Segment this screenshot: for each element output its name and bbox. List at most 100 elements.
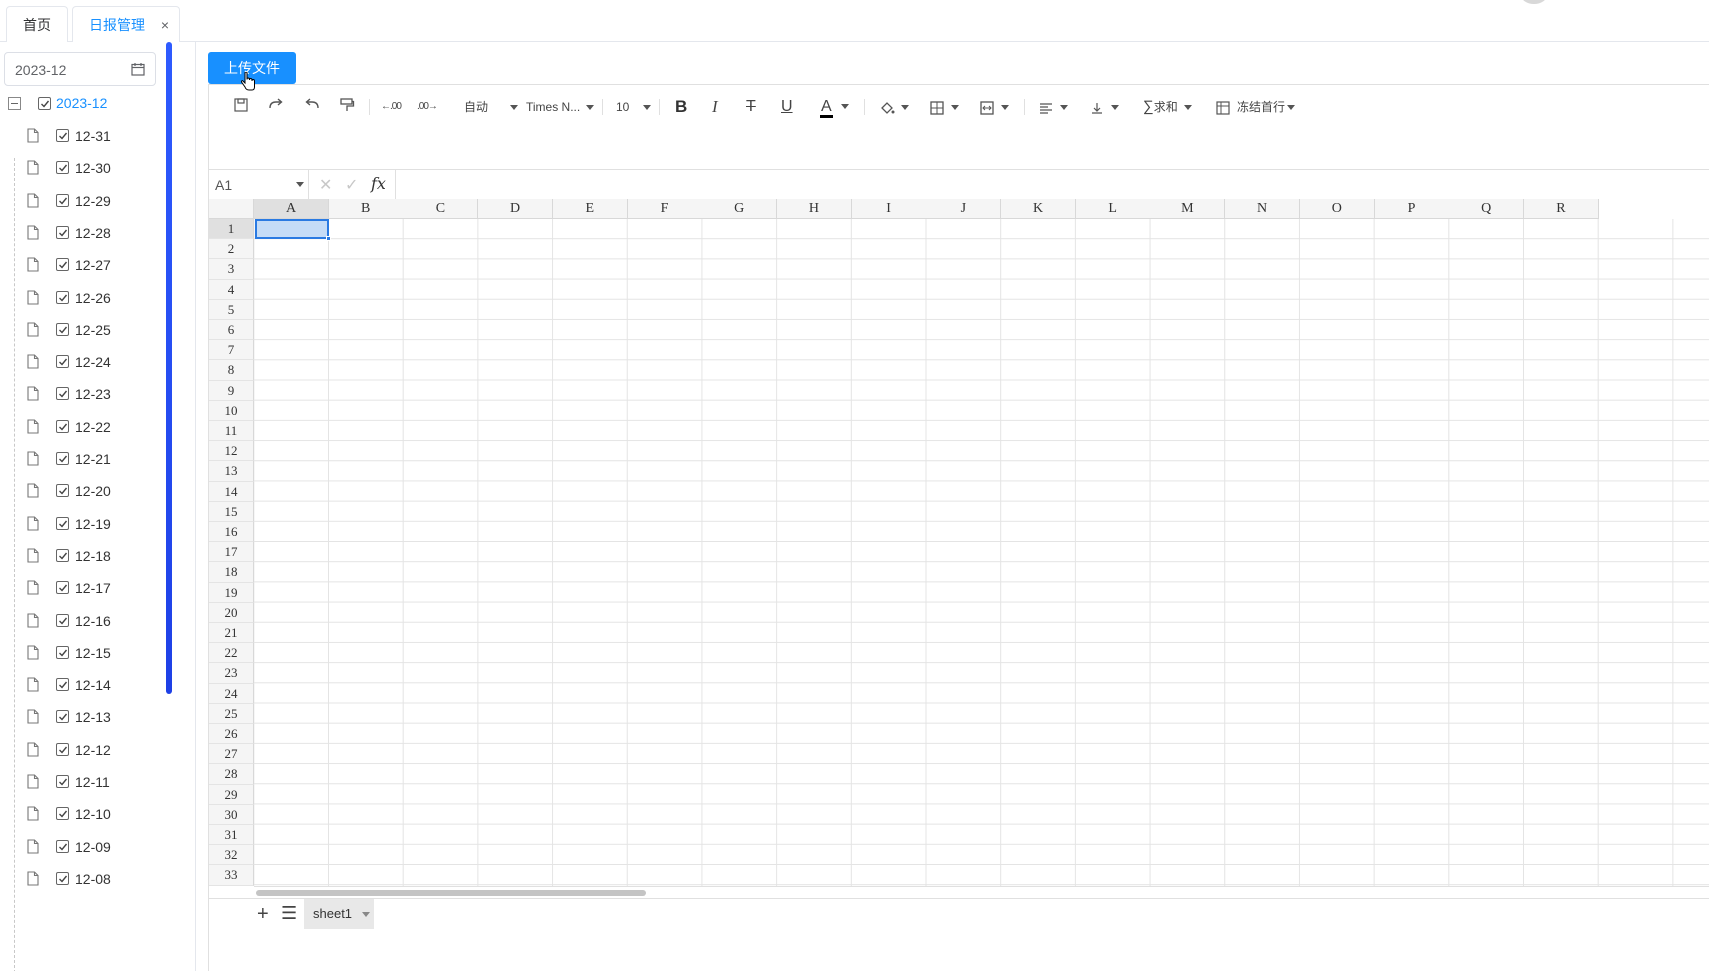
column-header[interactable]: G <box>702 199 778 219</box>
column-header[interactable]: B <box>328 199 404 219</box>
row-header[interactable]: 30 <box>209 804 254 825</box>
tree-item[interactable]: 12-08 <box>24 869 154 891</box>
column-header[interactable]: P <box>1374 199 1450 219</box>
checkbox-checked-icon[interactable] <box>38 97 51 110</box>
vertical-align-icon[interactable] <box>1089 97 1119 117</box>
checkbox-checked-icon[interactable] <box>56 129 69 142</box>
tree-item[interactable]: 12-13 <box>24 707 154 729</box>
row-header[interactable]: 21 <box>209 623 254 644</box>
underline-icon[interactable]: U <box>781 97 793 117</box>
save-icon[interactable] <box>233 97 249 117</box>
redo-icon[interactable] <box>267 97 285 117</box>
column-header[interactable]: L <box>1075 199 1151 219</box>
tree-item[interactable]: 12-28 <box>24 223 154 245</box>
font-size-dropdown[interactable]: 10 <box>616 97 652 117</box>
checkbox-checked-icon[interactable] <box>56 355 69 369</box>
tree-item[interactable]: 12-24 <box>24 352 154 374</box>
row-header[interactable]: 27 <box>209 744 254 765</box>
horizontal-align-icon[interactable] <box>1038 97 1068 117</box>
tree-root-node[interactable]: 2023-12 <box>8 94 158 114</box>
month-picker[interactable]: 2023-12 <box>4 52 156 86</box>
column-header[interactable]: F <box>627 199 703 219</box>
checkbox-checked-icon[interactable] <box>56 775 69 788</box>
checkbox-checked-icon[interactable] <box>56 871 69 885</box>
number-format-dropdown[interactable]: 自动 <box>464 97 519 117</box>
row-header[interactable]: 1 <box>209 219 254 240</box>
row-header[interactable]: 11 <box>209 421 254 442</box>
select-all-corner[interactable] <box>209 199 254 219</box>
checkbox-checked-icon[interactable] <box>56 290 69 304</box>
row-header[interactable]: 25 <box>209 703 254 724</box>
format-painter-icon[interactable] <box>339 97 355 117</box>
cell-grid[interactable]: ABCDEFGHIJKLMNOPQR 1 2 3 4 5 6 7 8 9 10 11 12 13 14 15… <box>209 199 1709 886</box>
row-header[interactable]: 32 <box>209 845 254 866</box>
column-header[interactable]: K <box>1001 199 1076 219</box>
column-header[interactable]: D <box>478 199 554 219</box>
column-header[interactable]: H <box>776 199 852 219</box>
checkbox-checked-icon[interactable] <box>56 387 69 401</box>
sheet-tab[interactable]: sheet1 <box>304 899 374 929</box>
checkbox-checked-icon[interactable] <box>56 613 69 627</box>
checkbox-checked-icon[interactable] <box>56 516 69 530</box>
tab-home[interactable]: 首页 <box>6 6 68 42</box>
tab-daily-report[interactable]: 日报管理 × <box>72 6 180 42</box>
row-header[interactable]: 23 <box>209 663 254 684</box>
row-header[interactable]: 13 <box>209 461 254 482</box>
tree-item[interactable]: 12-15 <box>24 643 154 665</box>
row-header[interactable]: 9 <box>209 380 254 401</box>
checkbox-checked-icon[interactable] <box>56 839 69 853</box>
checkbox-checked-icon[interactable] <box>56 710 69 724</box>
undo-icon[interactable] <box>303 97 321 117</box>
row-header[interactable]: 2 <box>209 239 254 260</box>
increase-decimal-icon[interactable]: .00→ <box>417 97 438 117</box>
column-header[interactable]: Q <box>1449 199 1525 219</box>
row-header[interactable]: 33 <box>209 865 254 886</box>
checkbox-checked-icon[interactable] <box>56 484 69 498</box>
column-header[interactable]: O <box>1299 199 1375 219</box>
freeze-dropdown[interactable]: 冻结首行 <box>1215 97 1296 117</box>
tree-item[interactable]: 12-22 <box>24 417 154 439</box>
row-header[interactable]: 7 <box>209 340 254 361</box>
checkbox-checked-icon[interactable] <box>56 807 69 821</box>
checkbox-checked-icon[interactable] <box>56 161 69 175</box>
sheet-tab-menu-icon[interactable] <box>362 912 370 917</box>
checkbox-checked-icon[interactable] <box>56 645 69 659</box>
row-header[interactable]: 4 <box>209 279 254 300</box>
collapse-icon[interactable] <box>8 97 21 110</box>
tree-item[interactable]: 12-09 <box>24 837 154 859</box>
column-header[interactable]: J <box>926 199 1002 219</box>
add-sheet-icon[interactable]: + <box>257 903 269 926</box>
sum-dropdown[interactable]: ∑求和 <box>1143 97 1192 117</box>
sheet-list-icon[interactable]: ☰ <box>281 903 297 924</box>
tree-item[interactable]: 12-16 <box>24 611 154 633</box>
row-header[interactable]: 16 <box>209 522 254 543</box>
column-header[interactable]: R <box>1523 199 1599 219</box>
row-header[interactable]: 10 <box>209 400 254 421</box>
column-header[interactable]: A <box>254 199 329 219</box>
tree-item[interactable]: 12-14 <box>24 675 154 697</box>
tree-item[interactable]: 12-29 <box>24 191 154 213</box>
tree-item[interactable]: 12-26 <box>24 288 154 310</box>
checkbox-checked-icon[interactable] <box>56 193 69 207</box>
tree-item[interactable]: 12-19 <box>24 514 154 536</box>
row-header[interactable]: 15 <box>209 501 254 522</box>
cells-area[interactable] <box>254 219 1709 886</box>
row-header[interactable]: 26 <box>209 724 254 745</box>
tree-item[interactable]: 12-17 <box>24 578 154 600</box>
merge-cells-icon[interactable] <box>979 97 1009 117</box>
tree-item[interactable]: 12-11 <box>24 772 154 794</box>
column-header[interactable]: I <box>851 199 927 219</box>
tree-item[interactable]: 12-25 <box>24 320 154 342</box>
tree-item[interactable]: 12-30 <box>24 158 154 180</box>
selected-cell[interactable] <box>255 219 329 239</box>
checkbox-checked-icon[interactable] <box>56 678 69 692</box>
strikethrough-icon[interactable]: T <box>746 97 756 117</box>
tree-item[interactable]: 12-12 <box>24 740 154 762</box>
fx-icon[interactable]: fx <box>371 174 386 193</box>
border-icon[interactable] <box>929 97 959 117</box>
tree-item[interactable]: 12-20 <box>24 481 154 503</box>
tree-item[interactable]: 12-23 <box>24 384 154 406</box>
horizontal-scrollbar-thumb[interactable] <box>256 890 646 896</box>
row-header[interactable]: 17 <box>209 542 254 563</box>
italic-icon[interactable]: I <box>712 97 718 117</box>
